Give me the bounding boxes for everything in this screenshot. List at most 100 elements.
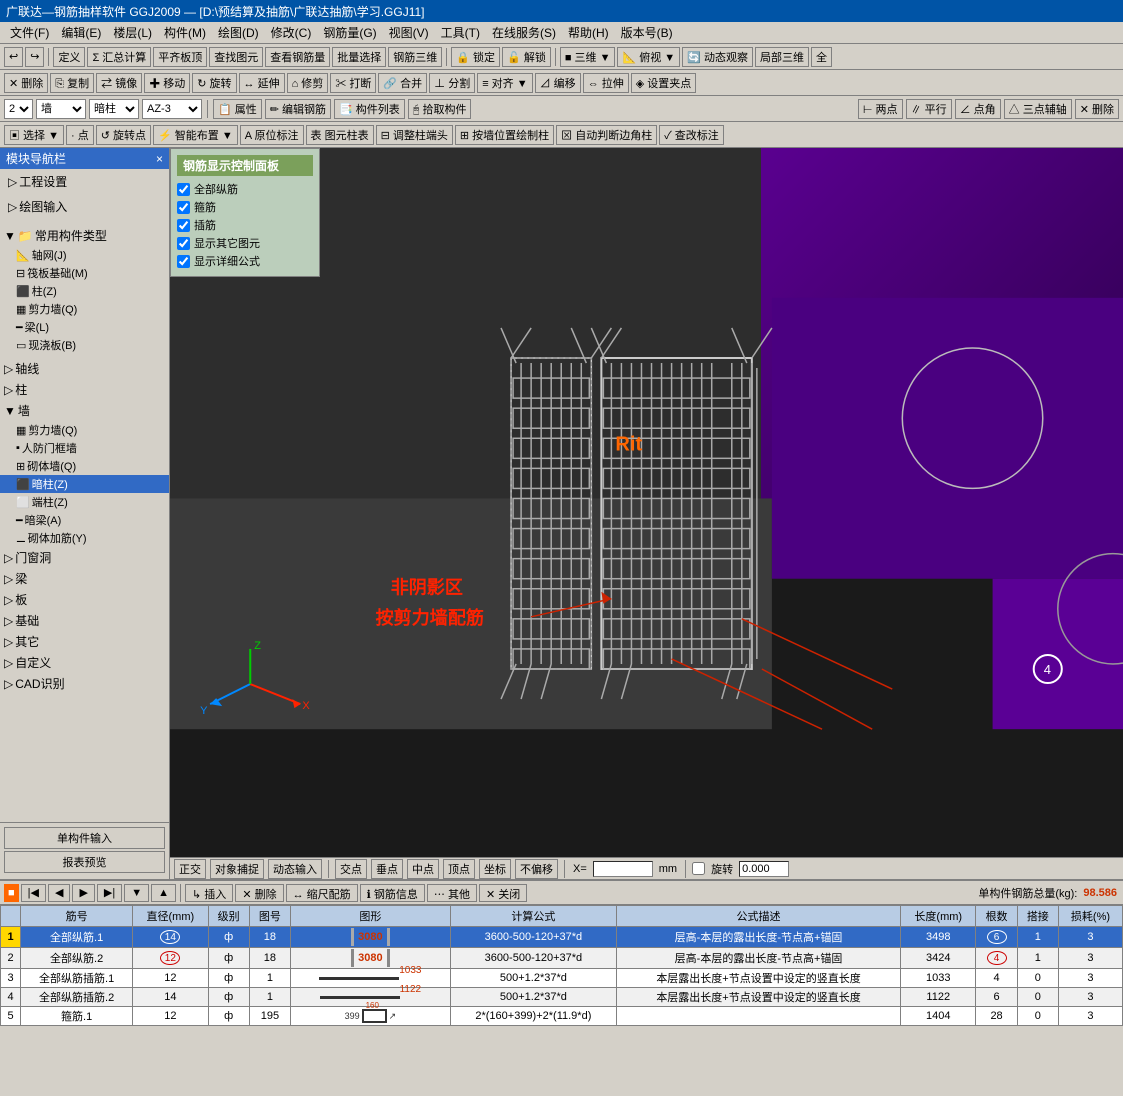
tree-raft-foundation[interactable]: ⊟ 筏板基础(M) bbox=[0, 264, 169, 282]
sidebar-project-settings-btn[interactable]: ▷ 工程设置 bbox=[4, 171, 165, 192]
btn-mirror[interactable]: ⇄ 镜像 bbox=[96, 73, 142, 93]
btn-vertex[interactable]: 顶点 bbox=[443, 859, 475, 879]
btn-dynamic-view[interactable]: 🔄 动态观察 bbox=[682, 47, 753, 67]
tree-foundation[interactable]: ▷ 基础 bbox=[0, 610, 169, 631]
tree-cad[interactable]: ▷ CAD识别 bbox=[0, 673, 169, 694]
btn-move[interactable]: ✚ 移动 bbox=[144, 73, 190, 93]
tree-masonry-rebar[interactable]: ⚊ 砌体加筋(Y) bbox=[0, 529, 169, 547]
tree-column[interactable]: ⬛ 柱(Z) bbox=[0, 282, 169, 300]
table-row[interactable]: 3 全部纵筋插筋.1 12 ф 1 1033 500+1.2*37*d 本层露出… bbox=[1, 969, 1123, 988]
btn-nav-up[interactable]: ▲ bbox=[151, 884, 176, 902]
table-row[interactable]: 1 全部纵筋.1 14 ф 18 3080 3600-500-120+37*d … bbox=[1, 927, 1123, 948]
check-other-elements[interactable]: 显示其它图元 bbox=[177, 234, 313, 252]
table-row[interactable]: 4 全部纵筋插筋.2 14 ф 1 1122 500+1.2*37*d 本层露出… bbox=[1, 988, 1123, 1007]
btn-unlock[interactable]: 🔓 解锁 bbox=[502, 47, 551, 67]
btn-in-place-mark[interactable]: A 原位标注 bbox=[240, 125, 304, 145]
tree-shear-wall-common[interactable]: ▦ 剪力墙(Q) bbox=[0, 300, 169, 318]
btn-coord[interactable]: 坐标 bbox=[479, 859, 511, 879]
sidebar-draw-input-btn[interactable]: ▷ 绘图输入 bbox=[4, 196, 165, 217]
btn-property[interactable]: 📋 属性 bbox=[213, 99, 262, 119]
btn-join[interactable]: 🔗 合并 bbox=[378, 73, 427, 93]
tree-beam-section[interactable]: ▷ 梁 bbox=[0, 568, 169, 589]
menu-tools[interactable]: 工具(T) bbox=[435, 22, 486, 43]
check-all-rebar[interactable]: 全部纵筋 bbox=[177, 180, 313, 198]
tree-end-col[interactable]: ⬜ 端柱(Z) bbox=[0, 493, 169, 511]
btn-trim[interactable]: ⌂ 修剪 bbox=[287, 73, 329, 93]
sidebar-close-btn[interactable]: × bbox=[156, 152, 163, 166]
btn-summary[interactable]: Σ 汇总计算 bbox=[87, 47, 151, 67]
tree-col-section[interactable]: ▷ 柱 bbox=[0, 379, 169, 400]
btn-no-offset[interactable]: 不偏移 bbox=[515, 859, 558, 879]
btn-nav-first[interactable]: |◀ bbox=[21, 884, 46, 902]
btn-scale-rebar[interactable]: ↔ 缩尺配筋 bbox=[286, 884, 358, 902]
btn-check-mark[interactable]: ✓ 查改标注 bbox=[659, 125, 724, 145]
btn-rotate[interactable]: ↻ 旋转 bbox=[192, 73, 236, 93]
tree-axis-section[interactable]: ▷ 轴线 bbox=[0, 358, 169, 379]
btn-nav-last[interactable]: ▶| bbox=[97, 884, 122, 902]
tree-axis-net[interactable]: 📐 轴网(J) bbox=[0, 246, 169, 264]
tree-slab[interactable]: ▭ 现浇板(B) bbox=[0, 336, 169, 354]
btn-rotate-point[interactable]: ↺ 旋转点 bbox=[96, 125, 151, 145]
tree-hidden-col[interactable]: ⬛ 暗柱(Z) bbox=[0, 475, 169, 493]
rotate-checkbox[interactable] bbox=[692, 862, 705, 875]
btn-local-3d[interactable]: 局部三维 bbox=[755, 47, 809, 67]
btn-floor-top[interactable]: 平齐板顶 bbox=[153, 47, 207, 67]
btn-auto-corner-col[interactable]: ⊠ 自动判断边角柱 bbox=[556, 125, 657, 145]
btn-dynamic-input[interactable]: 动态输入 bbox=[268, 859, 322, 879]
element-select[interactable]: AZ-3 bbox=[142, 99, 202, 119]
btn-intersection[interactable]: 交点 bbox=[335, 859, 367, 879]
menu-edit[interactable]: 编辑(E) bbox=[55, 22, 107, 43]
btn-batch-select[interactable]: 批量选择 bbox=[332, 47, 386, 67]
tree-slab-section[interactable]: ▷ 板 bbox=[0, 589, 169, 610]
btn-nav-next[interactable]: ▶ bbox=[72, 884, 94, 902]
floor-select[interactable]: 2 bbox=[4, 99, 33, 119]
btn-edit-rebar[interactable]: ✏ 编辑钢筋 bbox=[265, 99, 331, 119]
tree-common-types[interactable]: ▼ 📁 常用构件类型 bbox=[0, 225, 169, 246]
menu-component[interactable]: 构件(M) bbox=[158, 22, 212, 43]
menu-online[interactable]: 在线服务(S) bbox=[486, 22, 562, 43]
canvas-viewport[interactable]: 钢筋显示控制面板 全部纵筋 箍筋 插筋 显示其它图元 显示详细公式 bbox=[170, 148, 1123, 879]
checkbox-stirrup[interactable] bbox=[177, 201, 190, 214]
check-insert-rebar[interactable]: 插筋 bbox=[177, 216, 313, 234]
btn-define[interactable]: 定义 bbox=[53, 47, 85, 67]
btn-nav-prev[interactable]: ◀ bbox=[48, 884, 70, 902]
check-show-formula[interactable]: 显示详细公式 bbox=[177, 252, 313, 270]
tree-others[interactable]: ▷ 其它 bbox=[0, 631, 169, 652]
menu-version[interactable]: 版本号(B) bbox=[615, 22, 679, 43]
btn-ortho[interactable]: 正交 bbox=[174, 859, 206, 879]
checkbox-all-rebar[interactable] bbox=[177, 183, 190, 196]
btn-redo[interactable]: ↪ bbox=[25, 47, 44, 67]
table-row[interactable]: 2 全部纵筋.2 12 ф 18 3080 3600-500-120+37*d … bbox=[1, 948, 1123, 969]
tree-beam[interactable]: ━ 梁(L) bbox=[0, 318, 169, 336]
menu-rebar-qty[interactable]: 钢筋量(G) bbox=[317, 22, 382, 43]
btn-parallel[interactable]: ∥ 平行 bbox=[906, 99, 952, 119]
btn-draw-by-wall[interactable]: ⊞ 按墙位置绘制柱 bbox=[455, 125, 554, 145]
checkbox-other-elements[interactable] bbox=[177, 237, 190, 250]
wall-sub-select[interactable]: 暗柱 bbox=[89, 99, 139, 119]
tree-shear-wall[interactable]: ▦ 剪力墙(Q) bbox=[0, 421, 169, 439]
btn-object-snap[interactable]: 对象捕捉 bbox=[210, 859, 264, 879]
btn-pick-comp[interactable]: 🖰 拾取构件 bbox=[408, 99, 472, 119]
checkbox-insert-rebar[interactable] bbox=[177, 219, 190, 232]
menu-draw[interactable]: 绘图(D) bbox=[212, 22, 265, 43]
rotate-input[interactable] bbox=[739, 861, 789, 877]
table-row[interactable]: 5 箍筋.1 12 ф 195 399 160 ↗ 2* bbox=[1, 1007, 1123, 1026]
btn-top-view[interactable]: 📐 俯视 ▼ bbox=[617, 47, 680, 67]
checkbox-show-formula[interactable] bbox=[177, 255, 190, 268]
menu-file[interactable]: 文件(F) bbox=[4, 22, 55, 43]
btn-close-rebar[interactable]: ✕ 关闭 bbox=[479, 884, 527, 902]
btn-view-rebar[interactable]: 查看钢筋量 bbox=[265, 47, 330, 67]
btn-offset[interactable]: ⊿ 编移 bbox=[535, 73, 581, 93]
btn-lock[interactable]: 🔒 锁定 bbox=[451, 47, 500, 67]
menu-view[interactable]: 视图(V) bbox=[383, 22, 435, 43]
tree-hidden-beam[interactable]: ━ 暗梁(A) bbox=[0, 511, 169, 529]
btn-delete-rebar[interactable]: ✕ 删除 bbox=[235, 884, 283, 902]
btn-delete-axis[interactable]: ✕ 删除 bbox=[1075, 99, 1119, 119]
btn-adj-col-end[interactable]: ⊟ 调整柱端头 bbox=[376, 125, 453, 145]
btn-rebar-info[interactable]: ℹ 钢筋信息 bbox=[360, 884, 425, 902]
btn-smart-layout[interactable]: ⚡ 智能布置 ▼ bbox=[153, 125, 238, 145]
btn-report-preview[interactable]: 报表预览 bbox=[4, 851, 165, 873]
tree-masonry-wall[interactable]: ⊞ 砌体墙(Q) bbox=[0, 457, 169, 475]
btn-break[interactable]: ✂ 打断 bbox=[330, 73, 376, 93]
btn-perpendicular[interactable]: 垂点 bbox=[371, 859, 403, 879]
